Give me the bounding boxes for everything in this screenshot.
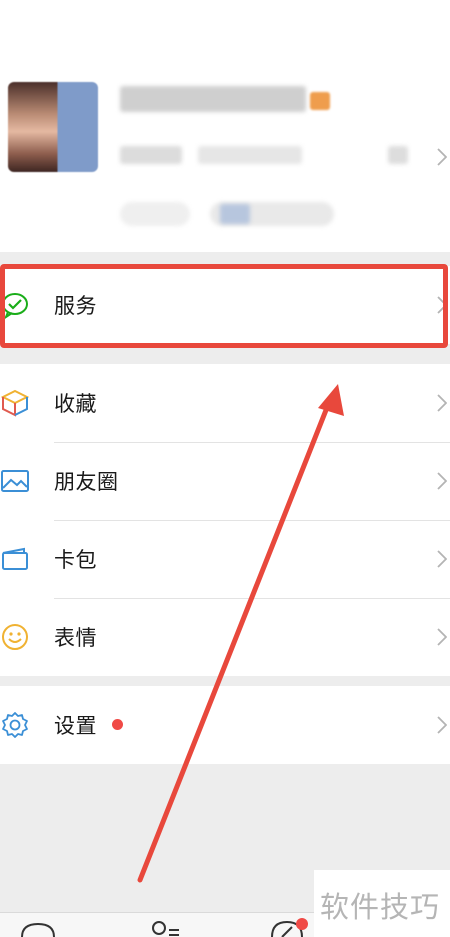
chats-tab-icon[interactable] (20, 921, 56, 937)
chevron-right-icon (437, 296, 447, 314)
contacts-tab-icon[interactable] (150, 919, 182, 937)
nickname-badge-pixelated (310, 92, 330, 110)
menu-item-label: 卡包 (54, 548, 97, 572)
menu-item-label: 收藏 (54, 392, 97, 416)
chevron-right-icon (437, 472, 447, 490)
profile-header[interactable] (0, 0, 450, 252)
wechat-id-pixelated (120, 146, 182, 164)
chevron-right-icon (437, 148, 447, 166)
cube-icon (0, 389, 30, 417)
menu-item-cards[interactable]: 卡包 (0, 520, 450, 598)
qr-code-icon[interactable] (388, 146, 408, 164)
picture-icon (1, 470, 29, 492)
menu-item-label: 朋友圈 (54, 470, 119, 494)
wechat-id-value-pixelated (198, 146, 302, 164)
gear-icon (2, 712, 28, 738)
settings-group: 设置 (0, 686, 450, 764)
notification-dot (296, 918, 308, 930)
friend-avatars-pixelated (220, 204, 250, 224)
wallet-icon (2, 547, 28, 570)
menu-item-label: 服务 (54, 294, 97, 318)
menu-item-label: 设置 (54, 714, 97, 738)
menu-item-stickers[interactable]: 表情 (0, 598, 450, 676)
menu-item-service[interactable]: 服务 (0, 266, 450, 344)
watermark: 软件技巧 (314, 870, 450, 937)
menu-item-settings[interactable]: 设置 (0, 686, 450, 764)
menu-item-label: 表情 (54, 626, 97, 650)
status-chip-pixelated[interactable] (120, 202, 190, 226)
chevron-right-icon (437, 550, 447, 568)
notification-dot (112, 719, 123, 730)
chevron-right-icon (437, 394, 447, 412)
menu-item-favorites[interactable]: 收藏 (0, 364, 450, 442)
chevron-right-icon (437, 716, 447, 734)
nickname-pixelated (120, 86, 306, 112)
smiley-icon (2, 624, 28, 650)
chevron-right-icon (437, 628, 447, 646)
avatar[interactable] (8, 82, 98, 172)
service-group: 服务 (0, 266, 450, 344)
wechat-pay-icon (2, 293, 28, 320)
feature-group: 收藏 朋友圈 卡包 表情 (0, 364, 450, 676)
menu-item-moments[interactable]: 朋友圈 (0, 442, 450, 520)
